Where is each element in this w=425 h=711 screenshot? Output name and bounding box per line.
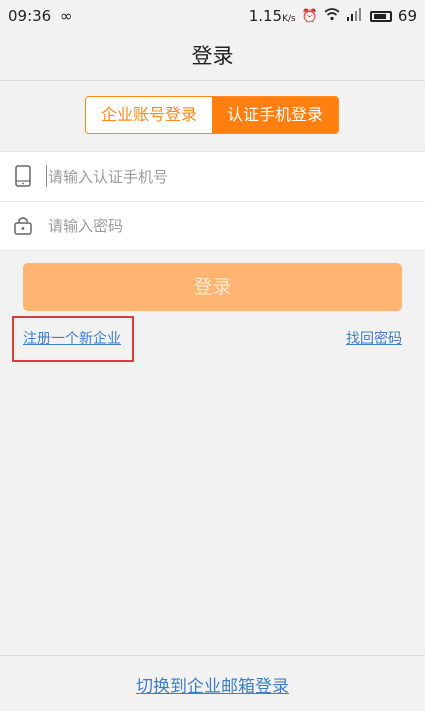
lock-icon	[12, 213, 34, 237]
alarm-icon: ⏰	[301, 8, 318, 24]
status-time: 09:36 ∞	[8, 7, 73, 25]
bottom-bar: 切换到企业邮箱登录	[0, 655, 425, 711]
switch-to-email-login-link[interactable]: 切换到企业邮箱登录	[136, 672, 289, 697]
page-title: 登录	[191, 44, 234, 68]
infinity-icon: ∞	[60, 7, 73, 25]
battery-icon	[369, 10, 392, 22]
signal-icon	[346, 7, 364, 25]
password-input[interactable]: 请输入密码	[48, 215, 123, 236]
network-speed: 1.15K/s	[248, 7, 296, 25]
login-button[interactable]: 登录	[23, 263, 402, 311]
login-form: 请输入认证手机号 请输入密码	[0, 151, 425, 251]
status-indicators: 1.15K/s ⏰ 69	[249, 7, 417, 25]
status-bar: 09:36 ∞ 1.15K/s ⏰ 69	[0, 0, 425, 32]
nav-bar: 登录	[0, 32, 425, 81]
forgot-password-link[interactable]: 找回密码	[346, 328, 402, 348]
register-link[interactable]: 注册一个新企业	[23, 328, 121, 348]
phone-icon	[12, 164, 34, 188]
password-field[interactable]: 请输入密码	[0, 201, 425, 250]
phone-input[interactable]: 请输入认证手机号	[48, 166, 168, 187]
wifi-icon	[324, 7, 340, 25]
tab-enterprise-account[interactable]: 企业账号登录	[86, 97, 212, 133]
battery-level: 69	[397, 7, 417, 25]
phone-field[interactable]: 请输入认证手机号	[0, 152, 425, 202]
tab-phone-login[interactable]: 认证手机登录	[212, 97, 338, 133]
login-mode-tabs: 企业账号登录 认证手机登录	[85, 96, 339, 134]
text-cursor	[46, 165, 47, 187]
